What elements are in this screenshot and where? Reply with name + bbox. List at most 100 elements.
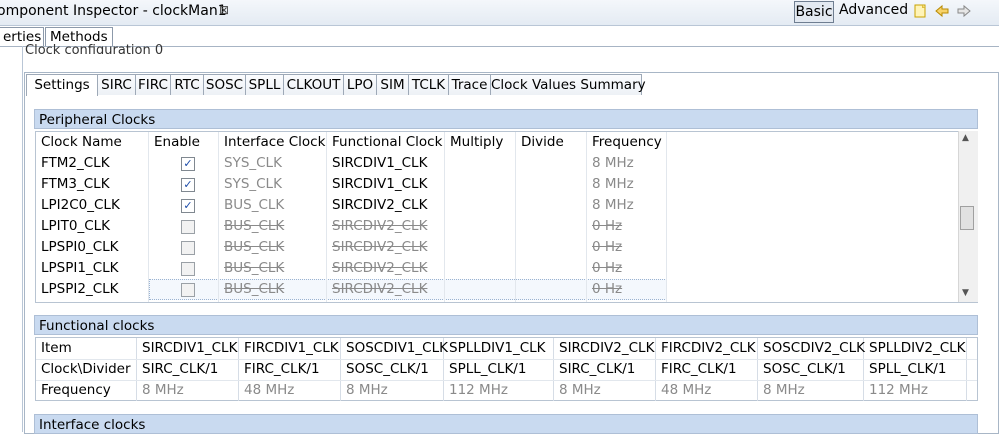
divide-cell[interactable]	[516, 258, 587, 279]
interface-clock-cell[interactable]: SYS_CLK	[219, 174, 327, 195]
scrollbar-thumb[interactable]	[960, 206, 974, 230]
functional-value-cell[interactable]: FIRC_CLK/1	[656, 359, 758, 380]
multiply-cell[interactable]	[445, 258, 516, 279]
frequency-cell[interactable]: 0 Hz	[587, 279, 667, 300]
multiply-cell[interactable]	[445, 279, 516, 300]
functional-value-cell[interactable]: 48 MHz	[239, 380, 341, 401]
tab-clkout[interactable]: CLKOUT	[283, 74, 344, 95]
scroll-down-icon[interactable]: ▼	[962, 288, 969, 298]
divide-cell[interactable]	[516, 153, 587, 174]
multiply-cell[interactable]	[445, 153, 516, 174]
col-spacer	[667, 132, 957, 153]
note-icon[interactable]	[913, 4, 927, 18]
tab-settings[interactable]: Settings	[26, 74, 98, 96]
frequency-cell[interactable]: 0 Hz	[587, 258, 667, 279]
col-divide[interactable]: Divide	[516, 132, 587, 153]
col-frequency[interactable]: Frequency	[587, 132, 667, 153]
arrow-right-icon[interactable]	[957, 4, 971, 18]
functional-value-cell[interactable]: 112 MHz	[444, 380, 554, 401]
interface-clock-cell[interactable]: BUS_CLK	[219, 237, 327, 258]
divide-cell[interactable]	[516, 195, 587, 216]
multiply-cell[interactable]	[445, 174, 516, 195]
functional-clock-cell[interactable]: SIRCDIV2_CLK	[327, 258, 445, 279]
tab-rtc[interactable]: RTC	[170, 74, 204, 95]
functional-value-cell[interactable]: FIRC_CLK/1	[239, 359, 341, 380]
close-icon[interactable]: ⊠	[219, 3, 229, 17]
col-multiply[interactable]: Multiply	[445, 132, 516, 153]
multiply-cell[interactable]	[445, 237, 516, 258]
group-label: Clock configuration 0	[25, 43, 164, 54]
multiply-cell[interactable]	[445, 216, 516, 237]
col-clock-name[interactable]: Clock Name	[36, 132, 149, 153]
divide-cell[interactable]	[516, 237, 587, 258]
multiply-cell[interactable]	[445, 195, 516, 216]
functional-clock-cell[interactable]: SIRCDIV2_CLK	[327, 195, 445, 216]
functional-value-cell[interactable]: 112 MHz	[864, 380, 967, 401]
clock-name-cell: FTM3_CLK	[41, 176, 110, 192]
basic-mode-button[interactable]: Basic	[794, 1, 834, 23]
col-enable[interactable]: Enable	[149, 132, 219, 153]
enable-checkbox[interactable]	[181, 241, 195, 255]
col-functional-clock[interactable]: Functional Clock	[327, 132, 445, 153]
interface-clock-cell[interactable]: SYS_CLK	[219, 153, 327, 174]
functional-value-cell[interactable]: SPLL_CLK/1	[864, 359, 967, 380]
enable-checkbox[interactable]: ✓	[181, 178, 195, 192]
enable-checkbox[interactable]	[181, 283, 195, 297]
tab-tclk[interactable]: TCLK	[408, 74, 449, 95]
functional-value-cell[interactable]: 8 MHz	[554, 380, 656, 401]
functional-value-cell[interactable]: SPLL_CLK/1	[444, 359, 554, 380]
functional-value-cell[interactable]: 8 MHz	[758, 380, 864, 401]
interface-clock-cell[interactable]: BUS_CLK	[219, 279, 327, 300]
interface-clock-cell[interactable]: BUS_CLK	[219, 216, 327, 237]
enable-checkbox[interactable]: ✓	[181, 157, 195, 171]
functional-value-cell[interactable]: 8 MHz	[137, 380, 239, 401]
clock-name-cell: FTM2_CLK	[41, 155, 110, 171]
divide-cell[interactable]	[516, 216, 587, 237]
functional-clock-cell[interactable]: SIRCDIV2_CLK	[327, 279, 445, 300]
functional-row-label: Clock\Divider	[36, 359, 137, 380]
enable-checkbox[interactable]: ✓	[181, 199, 195, 213]
functional-value-cell[interactable]: 48 MHz	[656, 380, 758, 401]
advanced-mode-button[interactable]: Advanced	[839, 2, 908, 18]
frequency-cell[interactable]: 8 MHz	[587, 174, 667, 195]
col-interface-clock[interactable]: Interface Clock	[219, 132, 327, 153]
functional-header-cell: SOSCDIV1_CLK	[341, 338, 448, 359]
frequency-cell[interactable]: 8 MHz	[587, 195, 667, 216]
tab-firc[interactable]: FIRC	[135, 74, 171, 95]
column-divider	[444, 132, 445, 302]
tab-spll[interactable]: SPLL	[245, 74, 284, 95]
functional-value-cell[interactable]: SOSC_CLK/1	[341, 359, 444, 380]
tab-sim[interactable]: SIM	[376, 74, 409, 95]
tab-clock-values-summary[interactable]: Clock Values Summary	[490, 74, 646, 95]
row-divider	[36, 380, 977, 381]
tab-trace[interactable]: Trace	[448, 74, 491, 95]
frequency-cell[interactable]: 0 Hz	[587, 237, 667, 258]
divide-cell[interactable]	[516, 279, 587, 300]
arrow-left-icon[interactable]	[935, 4, 949, 18]
functional-header-cell: SIRCDIV2_CLK	[554, 338, 656, 359]
scroll-up-icon[interactable]: ▲	[962, 133, 969, 143]
interface-clock-cell[interactable]: BUS_CLK	[219, 258, 327, 279]
tab-sosc[interactable]: SOSC	[203, 74, 246, 95]
frequency-cell[interactable]: 0 Hz	[587, 216, 667, 237]
tab-sirc[interactable]: SIRC	[97, 74, 136, 95]
column-divider	[218, 132, 219, 302]
clock-name-cell: LPSPI1_CLK	[41, 260, 119, 276]
column-divider	[666, 132, 667, 302]
divide-cell[interactable]	[516, 174, 587, 195]
functional-clock-cell[interactable]: SIRCDIV2_CLK	[327, 216, 445, 237]
enable-checkbox[interactable]	[181, 262, 195, 276]
functional-clock-cell[interactable]: SIRCDIV1_CLK	[327, 174, 445, 195]
functional-clock-cell[interactable]: SIRCDIV2_CLK	[327, 237, 445, 258]
enable-checkbox[interactable]	[181, 220, 195, 234]
interface-clock-cell[interactable]: BUS_CLK	[219, 195, 327, 216]
functional-value-cell[interactable]: SOSC_CLK/1	[758, 359, 864, 380]
frequency-cell[interactable]: 8 MHz	[587, 153, 667, 174]
tab-lpo[interactable]: LPO	[343, 74, 377, 95]
functional-value-cell[interactable]: 8 MHz	[341, 380, 444, 401]
functional-header-cell: SPLLDIV1_CLK	[444, 338, 554, 359]
functional-clock-cell[interactable]: SIRCDIV1_CLK	[327, 153, 445, 174]
column-divider	[515, 132, 516, 302]
functional-value-cell[interactable]: SIRC_CLK/1	[554, 359, 656, 380]
functional-value-cell[interactable]: SIRC_CLK/1	[137, 359, 239, 380]
